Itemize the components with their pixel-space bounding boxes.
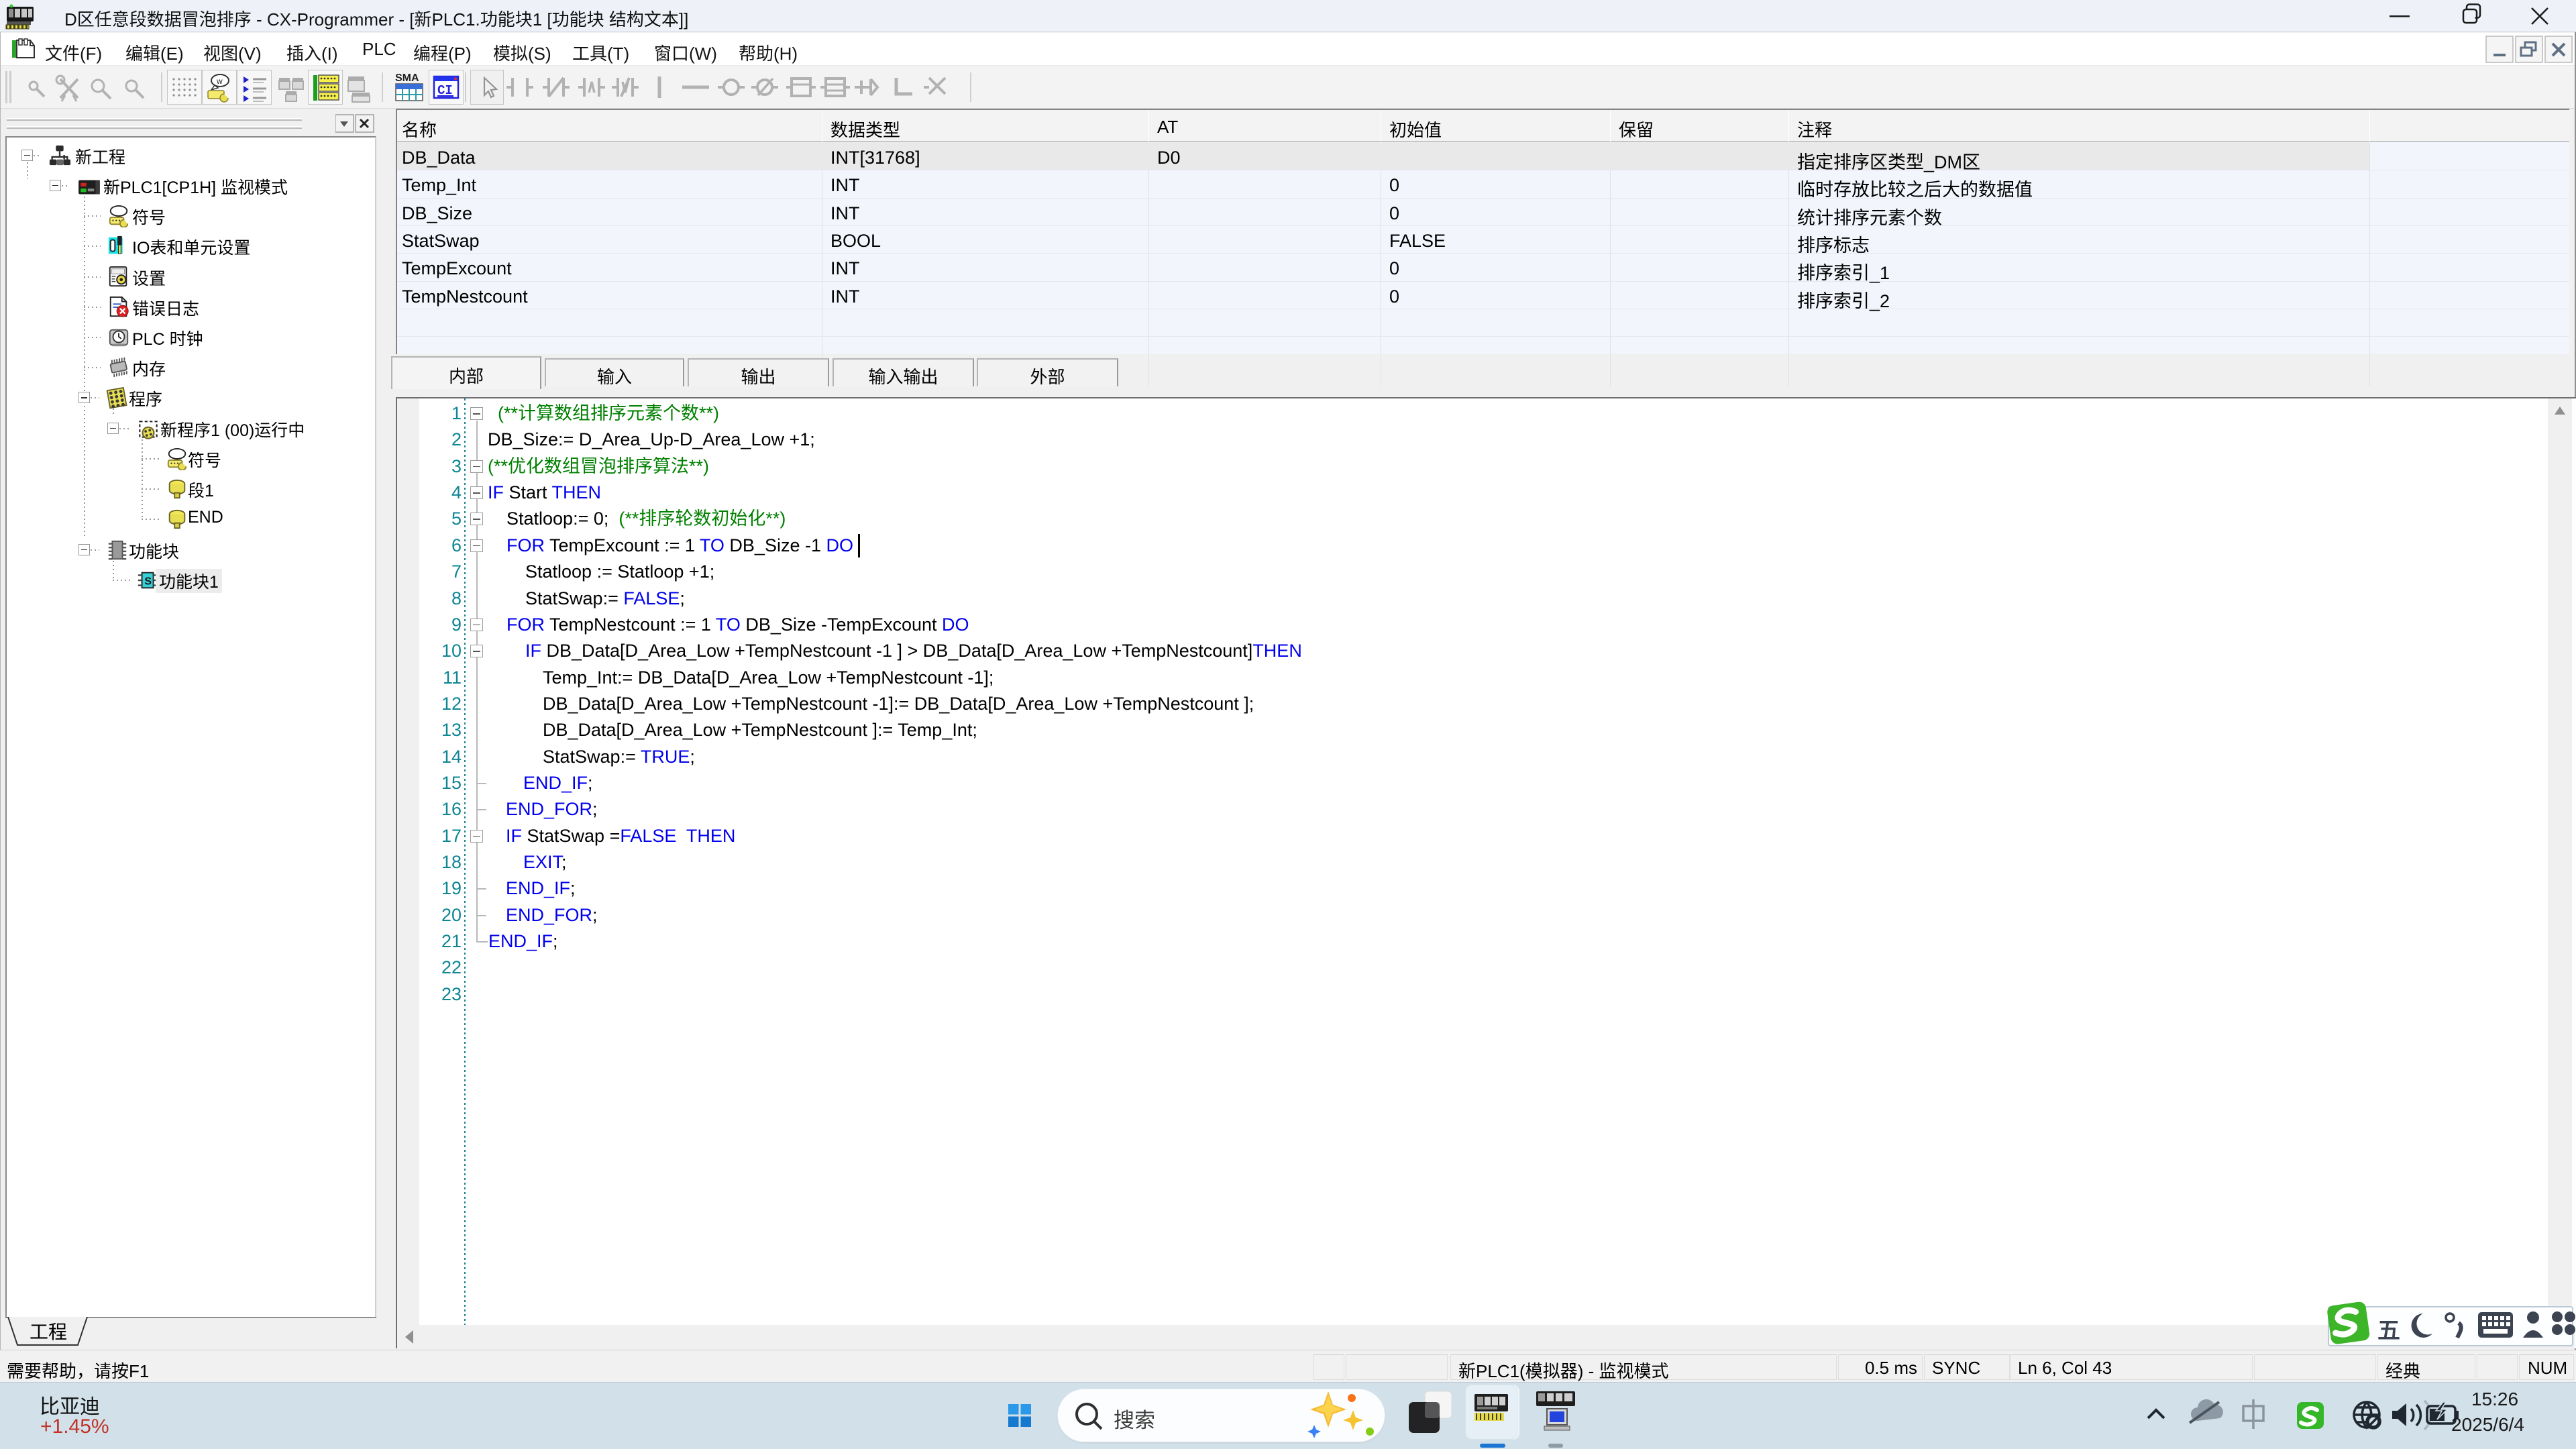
svg-text:S: S <box>144 576 152 588</box>
svg-text:工程: 工程 <box>30 1322 67 1342</box>
